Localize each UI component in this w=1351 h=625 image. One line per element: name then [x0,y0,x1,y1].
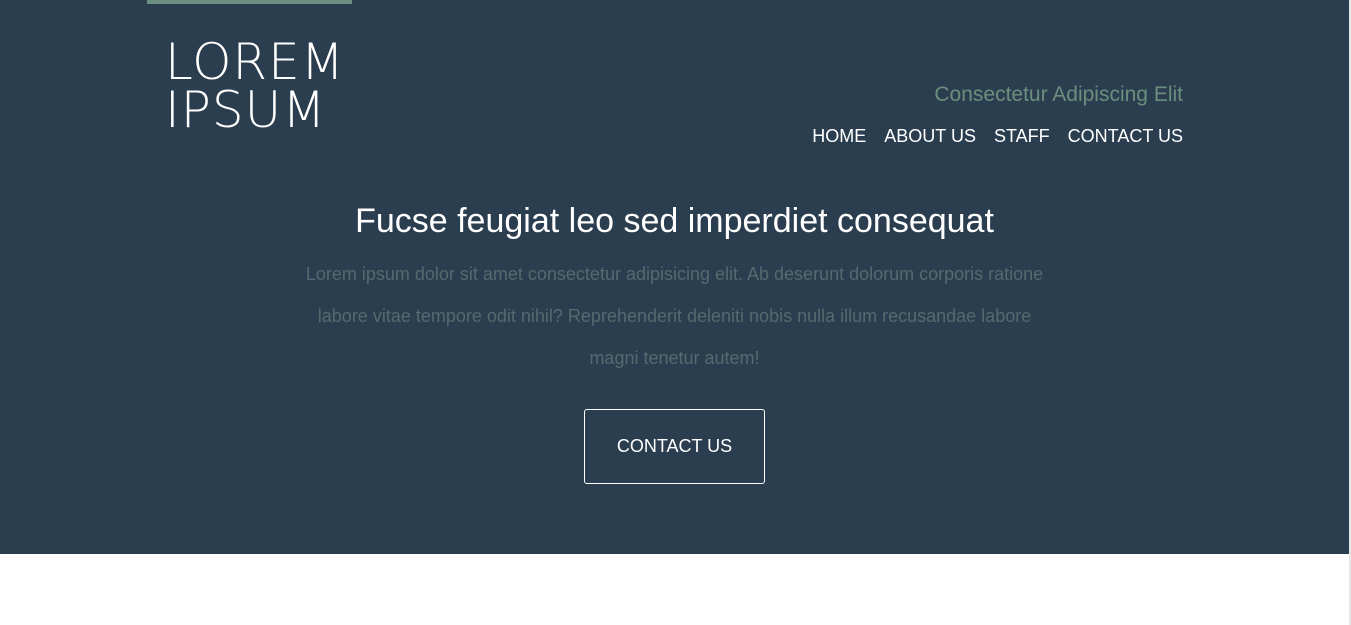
logo-line-1: LOREM [165,33,345,91]
nav-item-about-us[interactable]: ABOUT US [884,126,976,147]
hero-section: LOREM IPSUM Consectetur Adipiscing Elit … [0,0,1349,554]
main-nav: HOME ABOUT US STAFF CONTACT US [812,126,1183,147]
hero-headline: Fucse feugiat leo sed imperdiet consequa… [355,202,994,240]
site-logo[interactable]: LOREM IPSUM [165,33,385,139]
accent-bar [147,0,352,4]
site-tagline: Consectetur Adipiscing Elit [934,83,1183,106]
nav-item-contact-us[interactable]: CONTACT US [1068,126,1183,147]
contact-us-button[interactable]: CONTACT US [584,409,765,484]
nav-item-home[interactable]: HOME [812,126,866,147]
hero-intro-text: Lorem ipsum dolor sit amet consectetur a… [305,264,1044,368]
logo-line-2: IPSUM [165,81,327,139]
nav-item-staff[interactable]: STAFF [994,126,1050,147]
